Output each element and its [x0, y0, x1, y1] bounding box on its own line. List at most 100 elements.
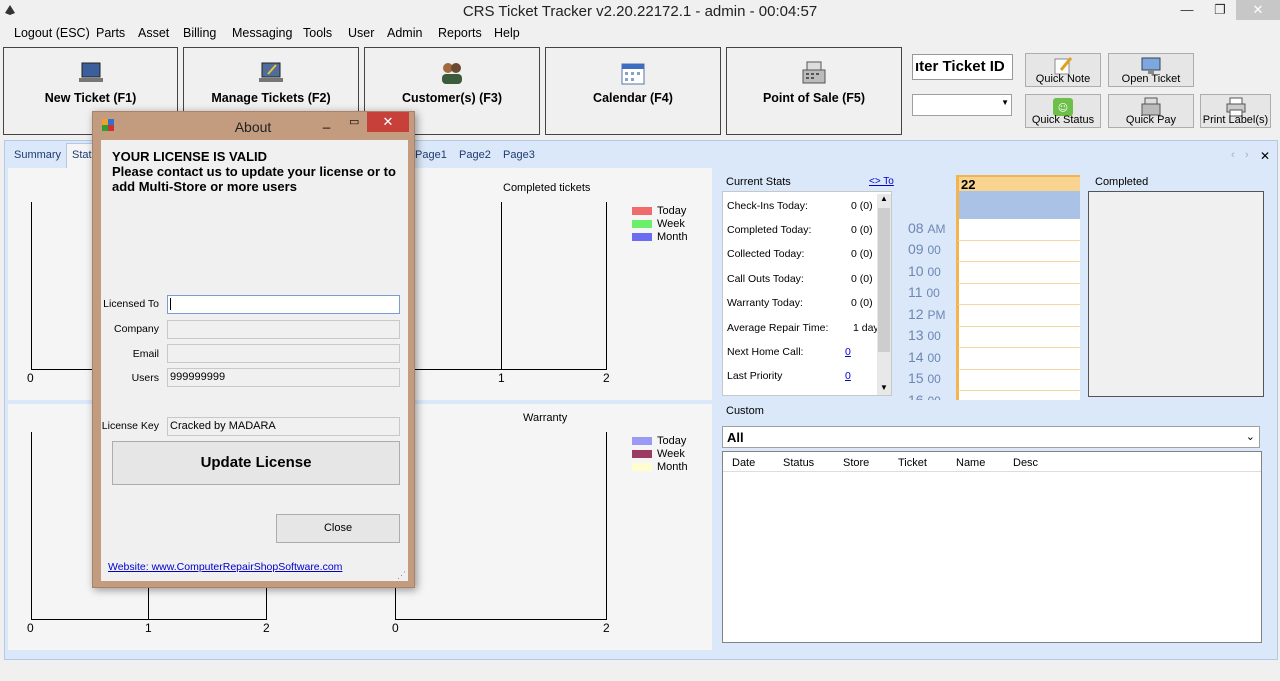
- tick-label: 2: [603, 371, 610, 385]
- calendar-allday-area[interactable]: [959, 191, 1080, 219]
- print-labels-button[interactable]: Print Label(s): [1200, 94, 1271, 128]
- completed-panel-title: Completed: [1095, 176, 1149, 188]
- ticket-id-label: ıter Ticket ID: [915, 58, 1005, 75]
- quick-note-button[interactable]: Quick Note: [1025, 53, 1101, 87]
- licensed-to-field[interactable]: [167, 295, 400, 314]
- tab-summary[interactable]: Summary: [14, 149, 61, 161]
- chevron-down-icon[interactable]: ⌄: [1246, 430, 1255, 443]
- column-header-store[interactable]: Store: [843, 457, 869, 469]
- quick-pay-button[interactable]: Quick Pay: [1108, 94, 1194, 128]
- users-label: Users: [131, 372, 159, 384]
- legend-label: Today: [657, 435, 687, 447]
- quick-status-button[interactable]: ☺ Quick Status: [1025, 94, 1101, 128]
- custom-filter-select[interactable]: All ⌄: [722, 426, 1260, 448]
- current-stats-box: Check-Ins Today: 0 (0) Completed Today: …: [722, 191, 892, 396]
- scroll-thumb[interactable]: [878, 208, 890, 352]
- menu-bar: Logout (ESC) Parts Asset Billing Messagi…: [0, 22, 1280, 44]
- stat-callouts-label: Call Outs Today:: [727, 273, 804, 285]
- minimize-button[interactable]: —: [1172, 0, 1202, 20]
- close-window-button[interactable]: ✕: [1236, 0, 1280, 20]
- tab-scroll-right-icon[interactable]: ›: [1245, 149, 1249, 161]
- tab-stat[interactable]: Stat: [72, 149, 92, 161]
- maximize-icon[interactable]: ▭: [349, 115, 359, 128]
- calendar-day-view[interactable]: 22 08 AM 09 00 10 00 11 00 12 PM 13 00 1…: [902, 175, 1080, 400]
- chart-gridline: [148, 588, 149, 619]
- svg-text:☺: ☺: [1058, 103, 1068, 114]
- close-button[interactable]: Close: [276, 514, 400, 543]
- menu-admin[interactable]: Admin: [387, 26, 422, 40]
- menu-help[interactable]: Help: [494, 26, 520, 40]
- scroll-down-icon[interactable]: ▼: [877, 383, 891, 395]
- column-header-desc[interactable]: Desc: [1013, 457, 1038, 469]
- chevron-down-icon[interactable]: ▼: [1001, 98, 1009, 107]
- menu-reports[interactable]: Reports: [438, 26, 482, 40]
- calendar-day-number: 22: [961, 177, 976, 192]
- license-status-heading: YOUR LICENSE IS VALID: [112, 149, 268, 164]
- completed-tickets-title: Completed tickets: [503, 182, 591, 194]
- cash-register-icon: [802, 61, 826, 84]
- restore-button[interactable]: ❐: [1205, 0, 1235, 20]
- column-header-status[interactable]: Status: [783, 457, 814, 469]
- quick-status-label: Quick Status: [1031, 114, 1095, 126]
- calendar-label: Calendar (F4): [593, 91, 673, 105]
- menu-tools[interactable]: Tools: [303, 26, 332, 40]
- open-ticket-label: Open Ticket: [1121, 73, 1181, 85]
- license-key-label: License Key: [101, 420, 159, 432]
- stat-warranty-label: Warranty Today:: [727, 297, 803, 309]
- legend-label: Week: [657, 448, 685, 460]
- menu-user[interactable]: User: [348, 26, 374, 40]
- completed-list[interactable]: [1088, 191, 1264, 397]
- customers-label: Customer(s) (F3): [401, 91, 502, 105]
- point-of-sale-label: Point of Sale (F5): [762, 91, 866, 105]
- ticket-id-combobox[interactable]: ▼: [912, 94, 1012, 116]
- resize-grip-icon[interactable]: ⋰: [397, 570, 406, 581]
- custom-ticket-list[interactable]: Date Status Store Ticket Name Desc: [722, 451, 1262, 643]
- menu-billing[interactable]: Billing: [183, 26, 216, 40]
- menu-logout[interactable]: Logout (ESC): [14, 26, 90, 40]
- users-icon: [442, 63, 462, 84]
- menu-messaging[interactable]: Messaging: [232, 26, 292, 40]
- tab-scroll-left-icon[interactable]: ‹: [1231, 149, 1235, 161]
- stat-next-home-call-link[interactable]: 0: [845, 346, 851, 358]
- dialog-close-icon[interactable]: ✕: [367, 112, 409, 132]
- column-header-name[interactable]: Name: [956, 457, 985, 469]
- licensed-to-label: Licensed To: [103, 298, 159, 310]
- tab-page2[interactable]: Page2: [459, 149, 491, 161]
- calendar-day-header[interactable]: 22: [959, 175, 1080, 192]
- scroll-up-icon[interactable]: ▲: [877, 194, 891, 206]
- about-dialog-body: YOUR LICENSE IS VALID Please contact us …: [101, 140, 408, 581]
- stat-completed-value: 0 (0): [851, 224, 873, 236]
- chart-axis: [395, 369, 607, 370]
- stat-callouts-value: 0 (0): [851, 273, 873, 285]
- custom-filter-value: All: [727, 430, 744, 445]
- stat-checkins-value: 0 (0): [851, 200, 873, 212]
- website-link[interactable]: Website: www.ComputerRepairShopSoftware.…: [108, 561, 342, 573]
- company-field[interactable]: [167, 320, 400, 339]
- chart-axis: [395, 619, 607, 620]
- stat-last-priority-link[interactable]: 0: [845, 370, 851, 382]
- tab-page3[interactable]: Page3: [503, 149, 535, 161]
- calendar-hour-label: 14 00: [908, 349, 941, 365]
- column-header-ticket[interactable]: Ticket: [898, 457, 927, 469]
- license-message: Please contact us to update your license…: [112, 164, 396, 194]
- laptop-icon: [78, 62, 103, 82]
- point-of-sale-button[interactable]: Point of Sale (F5): [726, 47, 902, 135]
- email-field[interactable]: [167, 344, 400, 363]
- open-ticket-button[interactable]: Open Ticket: [1108, 53, 1194, 87]
- users-field[interactable]: 999999999: [167, 368, 400, 387]
- stat-warranty-value: 0 (0): [851, 297, 873, 309]
- license-key-field[interactable]: Cracked by MADARA: [167, 417, 400, 436]
- legend-swatch: [632, 437, 652, 445]
- column-header-date[interactable]: Date: [732, 457, 755, 469]
- menu-asset[interactable]: Asset: [138, 26, 169, 40]
- menu-parts[interactable]: Parts: [96, 26, 125, 40]
- chart-gridline: [606, 202, 607, 369]
- stat-completed-label: Completed Today:: [727, 224, 812, 236]
- tab-page1[interactable]: Page1: [415, 149, 447, 161]
- calendar-button[interactable]: Calendar (F4): [545, 47, 721, 135]
- tab-close-icon[interactable]: ✕: [1260, 149, 1270, 163]
- update-license-button[interactable]: Update License: [112, 441, 400, 485]
- stats-scrollbar[interactable]: ▲ ▼: [877, 194, 891, 395]
- minimize-icon[interactable]: _: [323, 114, 330, 129]
- stats-toggle-link[interactable]: <> To: [869, 176, 896, 187]
